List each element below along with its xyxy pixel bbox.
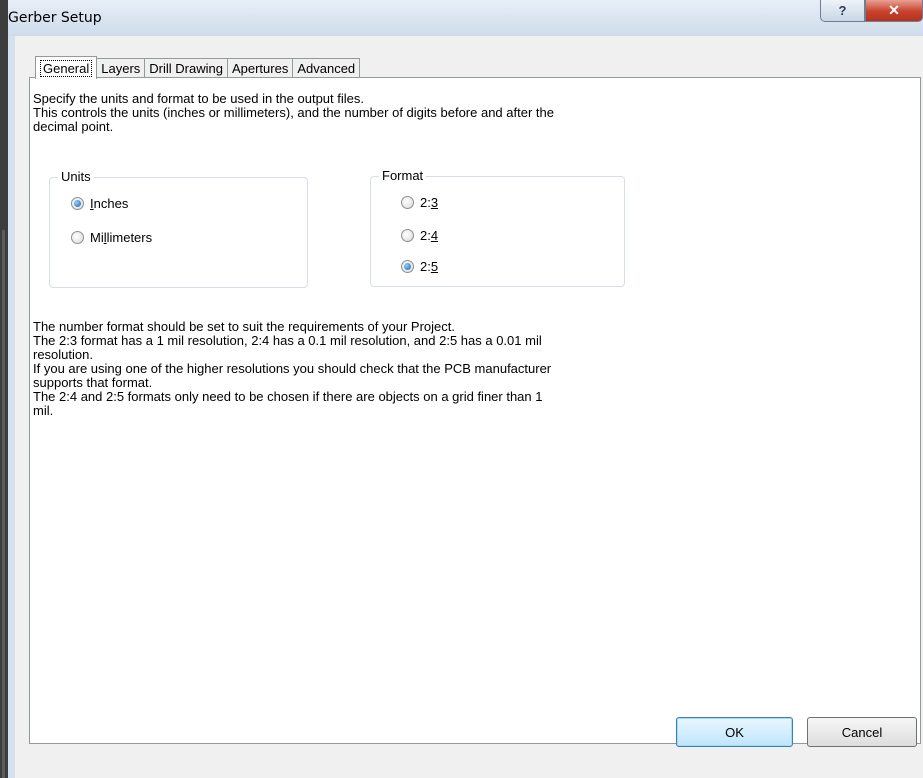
- description-line: decimal point.: [33, 119, 114, 134]
- units-millimeters-radio[interactable]: Millimeters: [71, 230, 152, 245]
- description-text: Specify the units and format to be used …: [33, 92, 733, 134]
- note-line: supports that format.: [33, 375, 153, 390]
- units-group-label: Units: [58, 169, 94, 184]
- radio-label: 2:4: [420, 228, 439, 243]
- format-2-4-radio[interactable]: 2:4: [401, 228, 438, 243]
- units-inches-radio[interactable]: Inches: [71, 196, 128, 211]
- cancel-button-label: Cancel: [841, 724, 883, 740]
- title-bar[interactable]: Gerber Setup ? ✕: [8, 0, 923, 36]
- gerber-setup-dialog: Gerber Setup ? ✕ General Layers Drill Dr…: [8, 0, 923, 778]
- note-line: resolution.: [33, 347, 93, 362]
- format-notes: The number format should be set to suit …: [33, 320, 723, 418]
- ok-button[interactable]: OK: [676, 717, 793, 747]
- tab-advanced-label: Advanced: [297, 61, 356, 76]
- help-button[interactable]: ?: [820, 0, 865, 22]
- tab-general-label: General: [40, 59, 93, 77]
- radio-unselected-icon: [401, 229, 414, 242]
- tab-drill-drawing[interactable]: Drill Drawing: [144, 58, 228, 78]
- note-line: The number format should be set to suit …: [33, 319, 455, 334]
- radio-label: Inches: [90, 196, 129, 211]
- close-button[interactable]: ✕: [865, 0, 923, 22]
- radio-unselected-icon: [401, 196, 414, 209]
- note-line: The 2:3 format has a 1 mil resolution, 2…: [33, 333, 542, 348]
- tab-advanced[interactable]: Advanced: [292, 58, 361, 78]
- tab-strip: General Layers Drill Drawing Apertures A…: [35, 56, 361, 79]
- radio-unselected-icon: [71, 231, 84, 244]
- radio-selected-icon: [401, 260, 414, 273]
- radio-label: Millimeters: [90, 230, 153, 245]
- cancel-button[interactable]: Cancel: [807, 717, 917, 747]
- description-line: Specify the units and format to be used …: [33, 91, 364, 106]
- note-line: mil.: [33, 403, 54, 418]
- format-group-label: Format: [379, 168, 427, 183]
- tab-general[interactable]: General: [35, 56, 98, 79]
- radio-selected-icon: [71, 197, 84, 210]
- tab-layers[interactable]: Layers: [96, 58, 146, 78]
- tab-apertures[interactable]: Apertures: [226, 58, 294, 78]
- radio-label: 2:3: [420, 195, 439, 210]
- format-2-5-radio[interactable]: 2:5: [401, 259, 438, 274]
- format-2-3-radio[interactable]: 2:3: [401, 195, 438, 210]
- help-icon: ?: [838, 3, 847, 18]
- tab-apertures-label: Apertures: [231, 61, 289, 76]
- dialog-client-area: General Layers Drill Drawing Apertures A…: [15, 36, 923, 778]
- tab-drill-drawing-label: Drill Drawing: [149, 61, 223, 76]
- close-icon: ✕: [888, 2, 900, 18]
- window-title: Gerber Setup: [8, 10, 102, 26]
- radio-label: 2:5: [420, 259, 439, 274]
- ok-button-label: OK: [725, 724, 744, 740]
- note-line: The 2:4 and 2:5 formats only need to be …: [33, 389, 543, 404]
- note-line: If you are using one of the higher resol…: [33, 361, 552, 376]
- tab-layers-label: Layers: [101, 61, 141, 76]
- description-line: This controls the units (inches or milli…: [33, 105, 554, 120]
- background-window-edge: [0, 0, 8, 778]
